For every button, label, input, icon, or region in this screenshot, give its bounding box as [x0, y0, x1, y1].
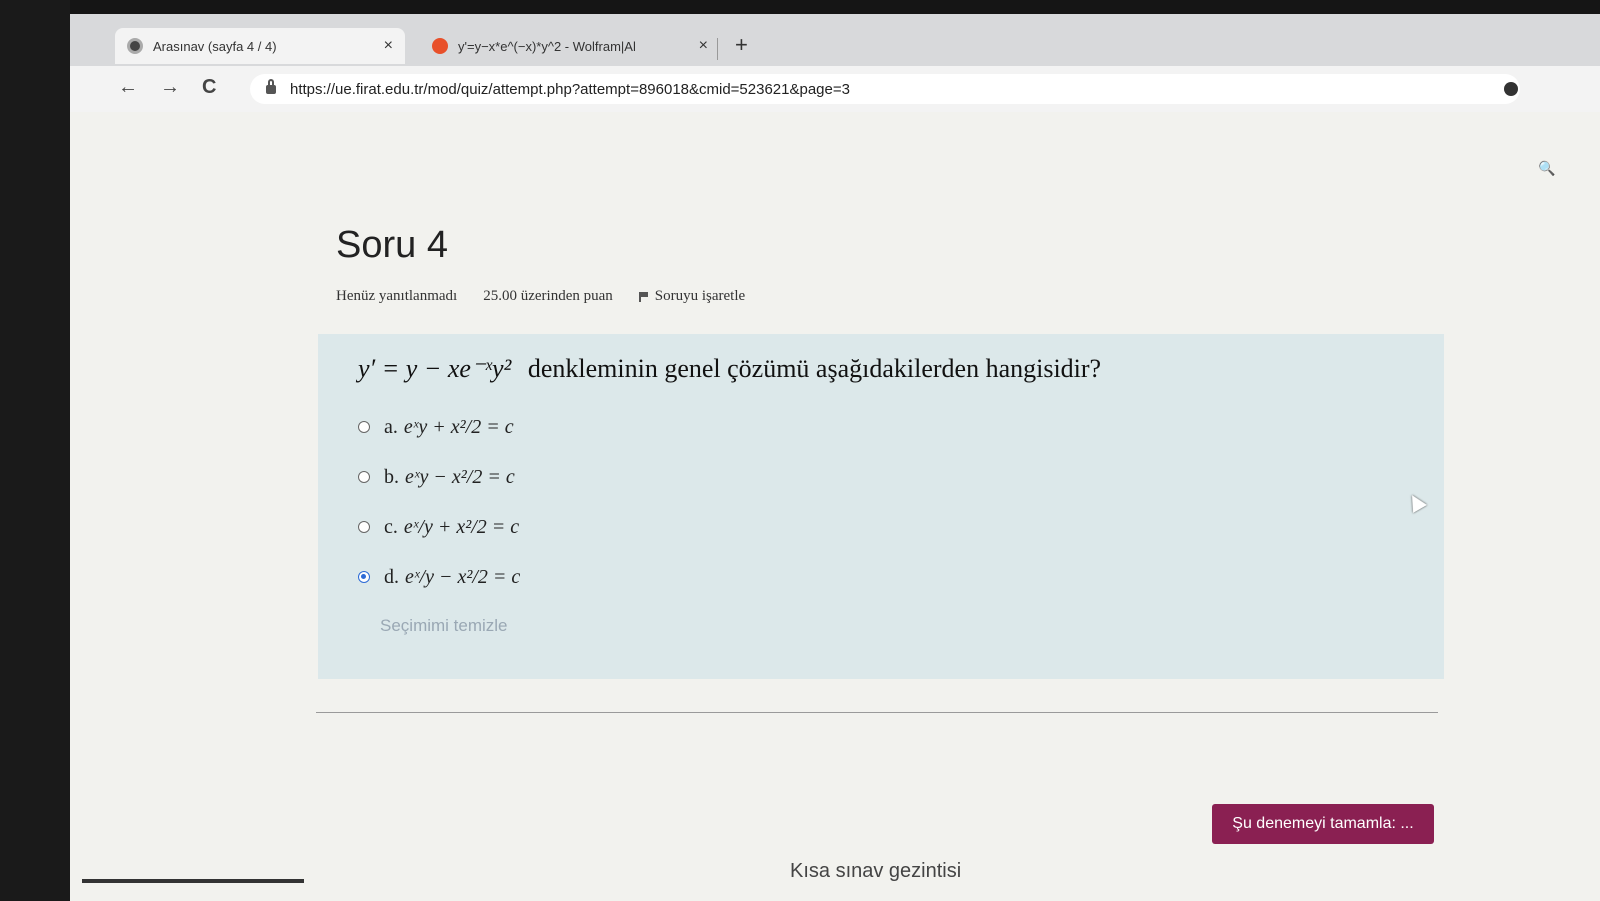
- address-bar[interactable]: https://ue.firat.edu.tr/mod/quiz/attempt…: [250, 74, 1520, 104]
- browser-toolbar: ← → C https://ue.firat.edu.tr/mod/quiz/a…: [70, 66, 1600, 113]
- question-equation: y′ = y − xe⁻ˣy²: [358, 354, 512, 383]
- tab-quiz[interactable]: Arasınav (sayfa 4 / 4) ×: [115, 28, 405, 64]
- browser-window: Arasınav (sayfa 4 / 4) × y'=y−x*e^(−x)*y…: [70, 14, 1600, 901]
- answer-letter: c.: [384, 515, 398, 538]
- flag-icon: [638, 292, 649, 302]
- answer-option-a[interactable]: a. eˣy + x²/2 = c: [358, 402, 1404, 452]
- tab-separator: [717, 38, 718, 60]
- reload-icon[interactable]: C: [202, 76, 216, 99]
- radio-button[interactable]: [358, 521, 370, 533]
- flag-label: Soruyu işaretle: [654, 288, 746, 304]
- forward-arrow-icon[interactable]: →: [160, 76, 180, 99]
- question-prompt: denkleminin genel çözümü aşağıdakilerden…: [527, 354, 1102, 383]
- moodle-favicon-icon: [127, 38, 143, 54]
- radio-button[interactable]: [358, 471, 370, 483]
- answer-option-c[interactable]: c. eˣ/y + x²/2 = c: [358, 502, 1404, 552]
- nav-block-border: [82, 879, 304, 883]
- extension-icon[interactable]: [1504, 82, 1518, 96]
- answer-letter: d.: [384, 565, 399, 588]
- answer-list: a. eˣy + x²/2 = c b. eˣy − x²/2 = c c. e…: [358, 402, 1404, 602]
- answer-option-d[interactable]: d. eˣ/y − x²/2 = c: [358, 552, 1404, 602]
- wolfram-favicon-icon: [432, 38, 448, 54]
- answer-option-b[interactable]: b. eˣy − x²/2 = c: [358, 452, 1404, 502]
- back-arrow-icon[interactable]: ←: [118, 76, 138, 99]
- tab-wolfram[interactable]: y'=y−x*e^(−x)*y^2 - Wolfram|Al ×: [420, 28, 720, 64]
- answer-expression: eˣ/y + x²/2 = c: [403, 515, 520, 538]
- question-box: y′ = y − xe⁻ˣy² denkleminin genel çözümü…: [318, 334, 1444, 679]
- question-status: Henüz yanıtlanmadı: [336, 288, 458, 304]
- lock-icon: [266, 78, 276, 94]
- answer-expression: eˣy + x²/2 = c: [403, 415, 514, 438]
- radio-button-selected[interactable]: [358, 571, 370, 583]
- page-content: Soru 4 Henüz yanıtlanmadı 25.00 üzerinde…: [70, 112, 1600, 901]
- question-text: y′ = y − xe⁻ˣy² denkleminin genel çözümü…: [358, 354, 1404, 384]
- close-tab-icon[interactable]: ×: [384, 37, 393, 55]
- answer-letter: a.: [384, 415, 398, 438]
- flag-question-link[interactable]: Soruyu işaretle: [638, 288, 746, 305]
- radio-button[interactable]: [358, 421, 370, 433]
- screen-bezel-left: [0, 0, 70, 901]
- answer-expression: eˣ/y − x²/2 = c: [405, 565, 521, 588]
- answer-expression: eˣy − x²/2 = c: [405, 465, 515, 488]
- question-title: Soru 4: [336, 224, 448, 266]
- clear-choice-link[interactable]: Seçimimi temizle: [358, 616, 1404, 636]
- tab-strip: Arasınav (sayfa 4 / 4) × y'=y−x*e^(−x)*y…: [70, 14, 1600, 66]
- tab-title: Arasınav (sayfa 4 / 4): [153, 38, 277, 54]
- tab-title: y'=y−x*e^(−x)*y^2 - Wolfram|Al: [458, 38, 636, 54]
- question-points: 25.00 üzerinden puan: [483, 288, 613, 304]
- zoom-icon[interactable]: 🔍: [1538, 160, 1555, 177]
- close-tab-icon[interactable]: ×: [699, 37, 708, 55]
- answer-letter: b.: [384, 465, 399, 488]
- quiz-navigation-heading: Kısa sınav gezintisi: [790, 860, 962, 882]
- new-tab-button[interactable]: +: [735, 32, 748, 58]
- finish-attempt-button[interactable]: Şu denemeyi tamamla: ...: [1212, 804, 1434, 844]
- question-info: Henüz yanıtlanmadı 25.00 üzerinden puan …: [336, 288, 745, 305]
- divider: [316, 712, 1438, 713]
- url-text: https://ue.firat.edu.tr/mod/quiz/attempt…: [290, 80, 850, 98]
